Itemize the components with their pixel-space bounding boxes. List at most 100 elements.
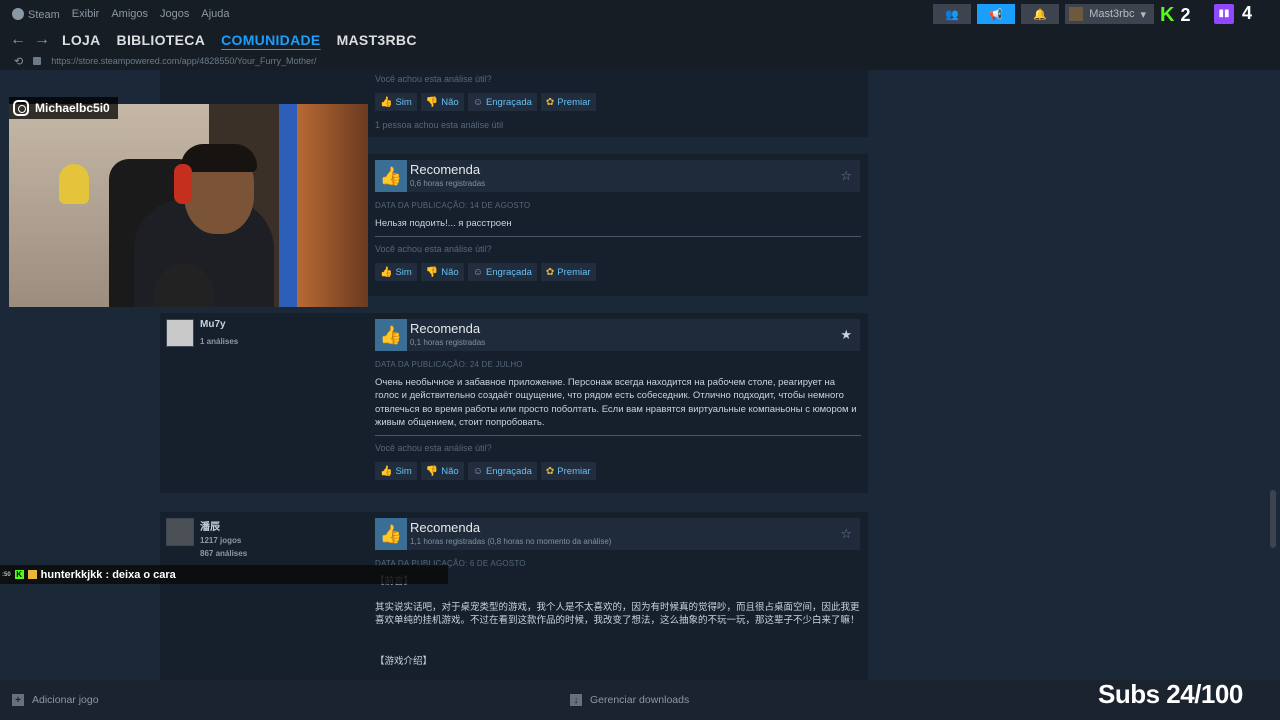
author-review-count[interactable]: 867 análises	[200, 549, 247, 558]
funny-button[interactable]: ☺ Engraçada	[467, 462, 537, 480]
post-date: DATA DA PUBLICAÇÃO: 24 DE JULHO	[375, 360, 523, 369]
thumbs-down-icon: 👎	[425, 465, 439, 477]
subs-goal: Subs 24/100	[1098, 679, 1243, 709]
instagram-tag: Michaelbc5i0	[9, 97, 118, 119]
vote-buttons: 👍 Sim 👎 Não ☺ Engraçada ✿ Premiar	[375, 462, 596, 480]
menu-item-amigos[interactable]: Amigos	[111, 8, 148, 20]
tab-biblioteca[interactable]: BIBLIOTECA	[117, 32, 206, 48]
found-helpful-text: 1 pessoa achou esta análise útil	[375, 120, 504, 130]
reload-icon[interactable]: ⟲	[14, 55, 23, 68]
tab-comunidade[interactable]: COMUNIDADE	[221, 32, 320, 48]
tab-user-profile[interactable]: MAST3RBC	[337, 32, 417, 48]
bell-icon: 🔔	[1033, 8, 1048, 21]
no-button[interactable]: 👎 Não	[420, 462, 464, 480]
thumbs-down-icon: 👎	[425, 266, 439, 278]
author-name[interactable]: 潘辰	[200, 518, 220, 533]
hours-played: 0,6 horas registradas	[410, 179, 486, 188]
author-name[interactable]: Mu7y	[200, 319, 226, 330]
vote-buttons: 👍 Sim 👎 Não ☺ Engraçada ✿ Premiar	[375, 263, 596, 281]
award-label: Premiar	[557, 266, 591, 278]
megaphone-icon: 📢	[989, 8, 1004, 21]
instagram-icon	[13, 100, 29, 116]
webcam-headset	[174, 164, 192, 204]
review-section-heading: 【游戏介绍】	[375, 656, 433, 667]
yes-button[interactable]: 👍 Sim	[375, 263, 417, 281]
funny-label: Engraçada	[485, 96, 532, 108]
plus-icon: +	[12, 694, 24, 706]
friends-button[interactable]: 👥	[933, 4, 972, 24]
thumbs-up-icon: 👍	[375, 319, 407, 351]
webcam-overlay	[9, 104, 368, 307]
notifications-button[interactable]: 🔔	[1021, 4, 1060, 24]
friends-icon: 👥	[945, 8, 960, 21]
vote-buttons: 👍 Sim 👎 Não ☺ Engraçada ✿ Premiar	[375, 93, 596, 111]
recommend-label[interactable]: Recomenda	[410, 321, 480, 336]
twitch-viewers: 4	[1242, 3, 1253, 23]
download-icon: ↓	[570, 694, 582, 706]
user-menu[interactable]: Mast3rbc ▾	[1065, 4, 1154, 24]
chevron-down-icon: ▾	[1140, 8, 1146, 21]
review-header: 👍 Recomenda 0,6 horas registradas ☆	[375, 160, 860, 192]
author-review-count[interactable]: 1 análises	[200, 337, 238, 346]
scrollbar[interactable]	[1270, 490, 1276, 548]
review-card: Mu7y 1 análises 👍 Recomenda 0,1 horas re…	[160, 313, 868, 493]
add-game-label: Adicionar jogo	[32, 694, 99, 706]
forward-arrow-icon[interactable]: →	[30, 31, 54, 49]
url-bar: ⟲ https://store.steampowered.com/app/482…	[0, 52, 1280, 70]
url-text[interactable]: https://store.steampowered.com/app/48285…	[51, 56, 316, 66]
add-game-button[interactable]: + Adicionar jogo	[12, 694, 99, 706]
star-icon[interactable]: ☆	[840, 168, 852, 184]
yes-button[interactable]: 👍 Sim	[375, 93, 417, 111]
steam-logo-icon	[12, 7, 24, 20]
no-button[interactable]: 👎 Não	[420, 263, 464, 281]
yes-button[interactable]: 👍 Sim	[375, 462, 417, 480]
award-button[interactable]: ✿ Premiar	[540, 263, 596, 281]
back-arrow-icon[interactable]: ←	[6, 31, 30, 49]
award-button[interactable]: ✿ Premiar	[540, 93, 596, 111]
funny-button[interactable]: ☺ Engraçada	[467, 93, 537, 111]
history-controls: ← →	[0, 31, 54, 49]
tab-loja[interactable]: LOJA	[62, 32, 101, 48]
star-icon[interactable]: ☆	[840, 526, 852, 542]
webcam-light	[279, 104, 297, 307]
award-icon: ✿	[545, 266, 555, 278]
funny-button[interactable]: ☺ Engraçada	[467, 263, 537, 281]
menu-item-jogos[interactable]: Jogos	[160, 8, 189, 20]
thumbs-up-icon: 👍	[380, 96, 393, 108]
divider	[375, 435, 861, 436]
no-label: Não	[441, 465, 459, 477]
manage-downloads-label: Gerenciar downloads	[590, 694, 690, 706]
hours-played: 0,1 horas registradas	[410, 338, 486, 347]
yes-label: Sim	[395, 465, 412, 477]
no-label: Não	[441, 96, 459, 108]
smiley-icon: ☺	[472, 96, 483, 108]
award-icon: ✿	[545, 96, 555, 108]
webcam-lamp	[297, 104, 368, 307]
manage-downloads-button[interactable]: ↓ Gerenciar downloads	[570, 694, 689, 706]
award-button[interactable]: ✿ Premiar	[540, 462, 596, 480]
divider	[375, 236, 861, 237]
post-date: DATA DA PUBLICAÇÃO: 14 DE AGOSTO	[375, 201, 531, 210]
no-label: Não	[441, 266, 459, 278]
thumbs-up-icon: 👍	[380, 266, 393, 278]
author-games-count[interactable]: 1217 jogos	[200, 536, 241, 545]
funny-label: Engraçada	[485, 465, 532, 477]
award-label: Premiar	[557, 465, 591, 477]
yes-label: Sim	[395, 96, 412, 108]
no-button[interactable]: 👎 Não	[420, 93, 464, 111]
recommend-label[interactable]: Recomenda	[410, 162, 480, 177]
author-avatar[interactable]	[166, 518, 194, 546]
steam-menu[interactable]: Steam	[12, 7, 60, 21]
chat-message: :50 K hunterkkjkk : deixa o cara	[0, 565, 448, 584]
thumbs-down-icon: 👎	[425, 96, 439, 108]
menu-item-ajuda[interactable]: Ajuda	[201, 8, 229, 20]
webcam-streamer-hair	[181, 144, 257, 172]
menu-item-exibir[interactable]: Exibir	[72, 8, 100, 20]
smiley-icon: ☺	[472, 266, 483, 278]
review-text: Нельзя подоить!... я расстроен	[375, 218, 512, 229]
announcements-button[interactable]: 📢	[977, 4, 1016, 24]
star-icon[interactable]: ★	[840, 327, 852, 343]
helpful-question: Você achou esta análise útil?	[375, 443, 492, 453]
recommend-label[interactable]: Recomenda	[410, 520, 480, 535]
author-avatar[interactable]	[166, 319, 194, 347]
